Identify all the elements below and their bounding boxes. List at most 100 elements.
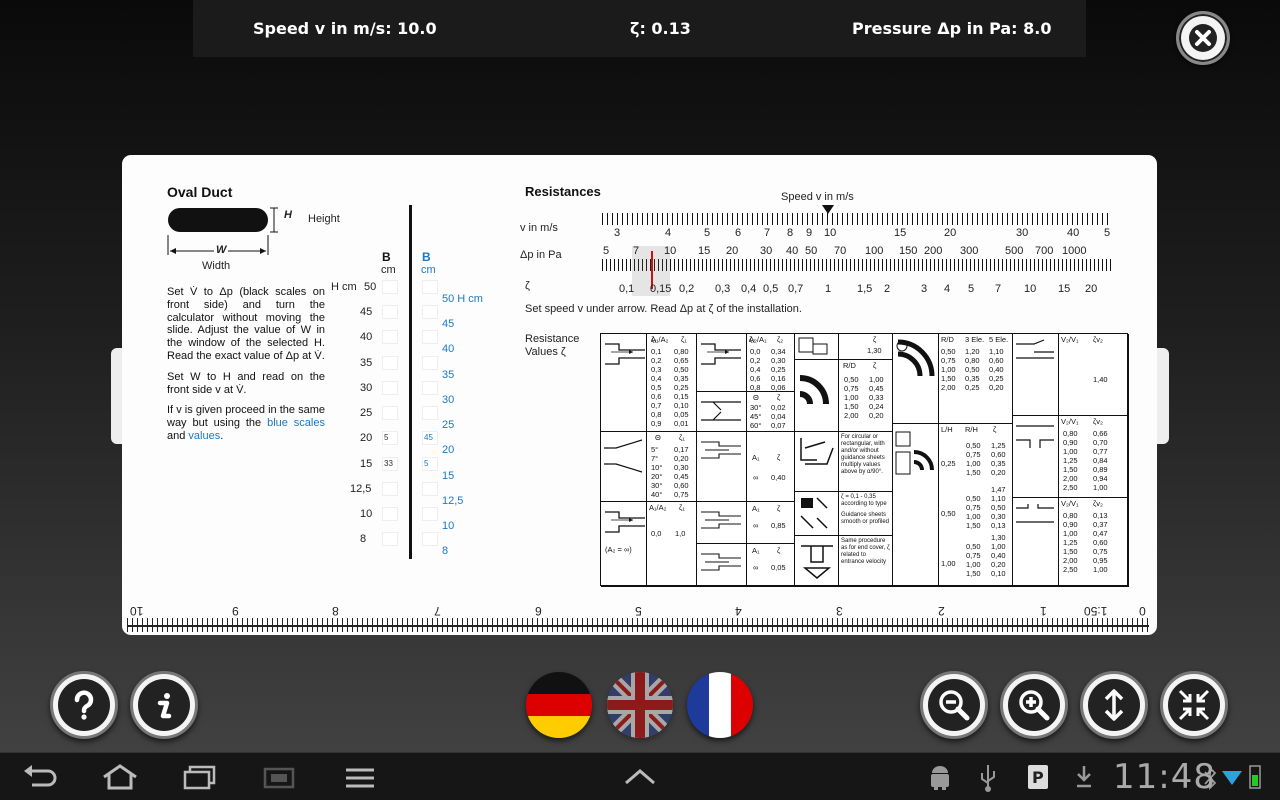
table-head: ζ₁ [679,433,685,442]
oval-instructions: Set V̇ to Δp (black scales on front side… [167,286,325,451]
table-value: 0,16 [771,374,786,383]
dp-tick-label: 200 [924,245,943,257]
table-value: 0,30 [991,512,1006,521]
slide-rule-card[interactable]: Oval Duct H Height W Width Set V̇ to Δp … [122,155,1157,635]
v-tick-label: 9 [806,227,813,239]
zeta-tick-label: 2 [884,283,891,295]
blue-value: 8 [442,545,449,557]
table-value: 0,13 [1093,511,1108,520]
blue-window[interactable] [422,507,438,521]
table-head: ζv₂ [1093,499,1103,508]
table-head: R/D [941,335,954,344]
table-value: 0,95 [1093,556,1108,565]
blue-window[interactable] [422,482,438,496]
b-window[interactable] [382,532,398,546]
table-value: 0,45 [674,472,689,481]
table-head: ζ [777,393,781,402]
zeta-readout: ζ: 0.13 [630,19,691,38]
flag-german-button[interactable] [526,672,592,738]
flag-british-button[interactable] [607,672,673,738]
table-value: 0,65 [674,356,689,365]
b-window[interactable]: 33 [382,457,398,471]
back-icon[interactable] [22,763,58,791]
v-tick-label: 40 [1067,227,1080,239]
table-value: 1,00 [991,542,1006,551]
flip-button[interactable] [1080,671,1148,739]
sketch-entrance [795,536,839,587]
instruction-1: Set V̇ to Δp (black scales on front side… [167,286,325,362]
diffuser-values: Θζ₁ 5° 7° 10° 20° 30° 40° 0,17 0,20 0,30 0,45 0,60 0… [647,432,697,502]
home-icon[interactable] [100,763,140,791]
table-value: 1,30 [991,533,1006,542]
screenshot-icon[interactable] [262,765,296,791]
flag-french-button[interactable] [687,672,753,738]
ruler-baseline [127,625,1149,627]
table-value: 1,40 [1093,375,1108,384]
help-button[interactable] [50,671,118,739]
blue-window[interactable] [422,532,438,546]
blue-window[interactable] [422,280,438,294]
bottom-ruler: 10 9 8 7 6 5 4 3 2 1 1:50 0 [122,604,1157,635]
ruler-label: 2 [938,604,945,618]
blue-window-mark: 5 [424,459,429,468]
close-button[interactable] [1176,11,1230,65]
menu-icon[interactable] [344,767,376,789]
zeta-tick-label: 1 [825,283,832,295]
sketch-bend-round [795,360,839,432]
blue-window[interactable]: 5 [422,457,438,471]
zeta-tick-label: 0,3 [715,283,731,295]
blue-value: 30 [442,394,455,406]
table-value: 0,15 [674,392,689,401]
table-value: 0,75 [966,503,981,512]
top-info-bar: Speed v in m/s: 10.0 ζ: 0.13 Pressure Δp… [193,0,1086,57]
b-window[interactable] [382,507,398,521]
width-label: Width [202,260,231,272]
chevron-up-icon[interactable] [622,767,658,787]
table-value: 1,47 [991,485,1006,494]
b-window[interactable]: 5 [382,431,398,445]
blue-window[interactable] [422,305,438,319]
table-value: 45° [750,412,762,421]
table-head: R/D [843,361,856,370]
dp-scale-ticks [602,259,1112,271]
b-window[interactable] [382,381,398,395]
b-window-mark: 33 [384,459,393,468]
recent-apps-icon[interactable] [182,765,218,791]
zeta-tick-label: 0,5 [763,283,779,295]
h-value: 45 [360,306,373,318]
blue-window[interactable]: 45 [422,431,438,445]
table-value: 0,8 [651,410,662,419]
b-window[interactable] [382,406,398,420]
ruler-label: 9 [232,604,239,618]
b-window[interactable] [382,482,398,496]
table-value: 0,60 [1093,538,1108,547]
blue-window[interactable] [422,406,438,420]
b-window[interactable] [382,356,398,370]
blue-window[interactable] [422,356,438,370]
table-note: For circular or rectangular, with and/or… [841,434,885,475]
info-button[interactable] [130,671,198,739]
blue-window[interactable] [422,330,438,344]
fit-screen-button[interactable] [1160,671,1228,739]
blue-window[interactable] [422,381,438,395]
h-value: 15 [360,458,373,470]
ruler-label: 0 [1139,604,1146,618]
table-value: 0,20 [869,411,884,420]
card-right-tab[interactable] [1155,348,1169,444]
ruler-label: 5 [635,604,642,618]
sketch-expansion [697,334,747,392]
table-value: 0,45 [869,384,884,393]
zoom-in-button[interactable] [1000,671,1068,739]
v-tick-label: 3 [614,227,621,239]
b-window[interactable] [382,330,398,344]
b-window[interactable] [382,305,398,319]
table-value: 1,25 [1063,538,1078,547]
table-value: 0,75 [1093,547,1108,556]
scale-divider [409,205,412,559]
close-icon [1189,24,1217,52]
sketch-inlet [697,432,747,502]
b-window[interactable] [382,280,398,294]
blue-value: 10 [442,520,455,532]
table-value: 0,89 [1093,465,1108,474]
zoom-out-button[interactable] [920,671,988,739]
